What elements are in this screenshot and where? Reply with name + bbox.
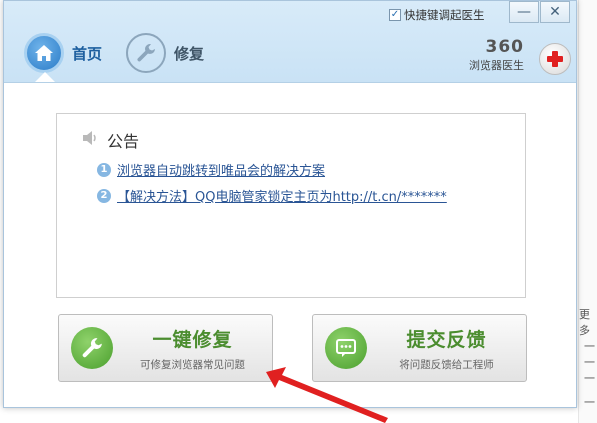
active-tab-pointer: [35, 72, 55, 82]
notice-link-2[interactable]: 【解决方法】QQ电脑管家锁定主页为http://t.cn/*******: [117, 186, 447, 205]
notice-index: 2: [97, 188, 111, 203]
annotation-arrow-icon: [266, 367, 388, 423]
browser-doctor-window: ✓ 快捷键调起医生 — ✕ 首页 修复 360 浏览器医生 公告 1 浏览器自动…: [3, 0, 577, 408]
background-text: 一: [584, 372, 595, 385]
wrench-icon: [126, 33, 166, 73]
background-text: 更多: [579, 308, 590, 337]
notice-title-text: 公告: [107, 132, 140, 151]
one-click-repair-button[interactable]: 一键修复 可修复浏览器常见问题: [58, 314, 273, 382]
window-header: ✓ 快捷键调起医生 — ✕ 首页 修复 360 浏览器医生: [4, 1, 576, 83]
notice-box: 公告 1 浏览器自动跳转到唯品会的解决方案 2 【解决方法】QQ电脑管家锁定主页…: [56, 113, 526, 298]
notice-item: 2 【解决方法】QQ电脑管家锁定主页为http://t.cn/*******: [97, 186, 447, 205]
background-text: 一: [584, 396, 595, 409]
notice-item: 1 浏览器自动跳转到唯品会的解决方案: [97, 160, 325, 179]
speaker-icon: [81, 130, 99, 150]
tab-home[interactable]: 首页: [24, 33, 102, 73]
background-text: 一: [584, 356, 595, 369]
close-button[interactable]: ✕: [540, 1, 570, 23]
background-text: 一: [584, 340, 595, 353]
brand: 360 浏览器医生: [469, 37, 524, 73]
tab-home-label: 首页: [72, 44, 103, 63]
wrench-icon: [71, 327, 113, 369]
notice-link-1[interactable]: 浏览器自动跳转到唯品会的解决方案: [117, 160, 325, 179]
chat-icon: [325, 327, 367, 369]
quick-launch-checkbox[interactable]: ✓ 快捷键调起医生: [389, 7, 485, 23]
feedback-title: 提交反馈: [406, 328, 487, 351]
brand-number: 360: [485, 37, 524, 57]
minimize-button[interactable]: —: [509, 1, 539, 23]
background-side-column: 更多 一 一 一 一: [578, 0, 597, 423]
repair-subtitle: 可修复浏览器常见问题: [140, 358, 245, 371]
tab-repair[interactable]: 修复: [126, 33, 204, 73]
checkbox-checked-icon[interactable]: ✓: [389, 9, 401, 21]
brand-subtitle: 浏览器医生: [469, 59, 524, 72]
notice-title: 公告: [81, 128, 139, 152]
notice-index: 1: [97, 162, 111, 177]
repair-title: 一键修复: [152, 328, 233, 351]
home-icon: [24, 33, 64, 73]
medical-cross-icon: [539, 43, 571, 75]
quick-launch-label: 快捷键调起医生: [404, 8, 485, 22]
tab-repair-label: 修复: [174, 44, 205, 63]
